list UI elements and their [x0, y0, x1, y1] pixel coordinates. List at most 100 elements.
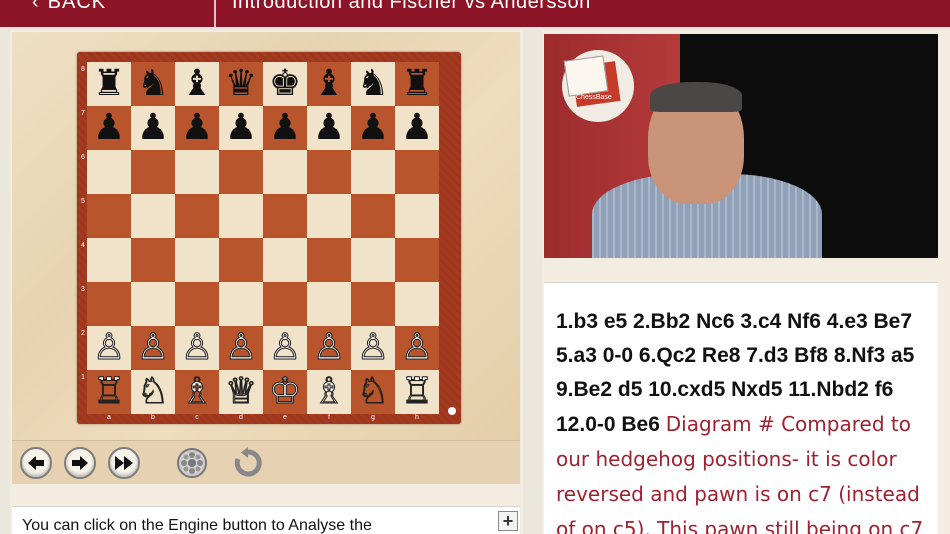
chess-piece[interactable]: ♞ — [137, 66, 169, 102]
square-h1[interactable]: ♖ — [395, 370, 439, 414]
square-c2[interactable]: ♙ — [175, 326, 219, 370]
square-d4[interactable] — [219, 238, 263, 282]
next-move-button[interactable] — [64, 447, 96, 479]
chess-piece[interactable]: ♙ — [92, 329, 125, 366]
square-g8[interactable]: ♞ — [351, 62, 395, 106]
square-g7[interactable]: ♟ — [351, 106, 395, 150]
square-h3[interactable] — [395, 282, 439, 326]
square-e4[interactable] — [263, 238, 307, 282]
engine-button[interactable] — [176, 447, 208, 479]
square-b3[interactable] — [131, 282, 175, 326]
square-a3[interactable] — [87, 282, 131, 326]
chess-piece[interactable]: ♟ — [181, 110, 213, 146]
square-e1[interactable]: ♔ — [263, 370, 307, 414]
square-d6[interactable] — [219, 150, 263, 194]
square-b1[interactable]: ♘ — [131, 370, 175, 414]
chess-piece[interactable]: ♟ — [225, 110, 257, 146]
chess-piece[interactable]: ♚ — [269, 66, 301, 102]
chess-piece[interactable]: ♛ — [225, 66, 257, 102]
square-b4[interactable] — [131, 238, 175, 282]
square-a7[interactable]: ♟ — [87, 106, 131, 150]
square-d8[interactable]: ♛ — [219, 62, 263, 106]
square-a6[interactable] — [87, 150, 131, 194]
square-f4[interactable] — [307, 238, 351, 282]
square-f6[interactable] — [307, 150, 351, 194]
square-h2[interactable]: ♙ — [395, 326, 439, 370]
square-g3[interactable] — [351, 282, 395, 326]
chess-piece[interactable]: ♔ — [268, 373, 301, 410]
square-a2[interactable]: ♙ — [87, 326, 131, 370]
square-d3[interactable] — [219, 282, 263, 326]
chess-piece[interactable]: ♝ — [313, 66, 345, 102]
square-a4[interactable] — [87, 238, 131, 282]
chess-piece[interactable]: ♙ — [356, 329, 389, 366]
square-h7[interactable]: ♟ — [395, 106, 439, 150]
chess-piece[interactable]: ♘ — [356, 373, 389, 410]
square-d2[interactable]: ♙ — [219, 326, 263, 370]
square-b7[interactable]: ♟ — [131, 106, 175, 150]
square-g2[interactable]: ♙ — [351, 326, 395, 370]
square-e7[interactable]: ♟ — [263, 106, 307, 150]
chess-piece[interactable]: ♞ — [357, 66, 389, 102]
chess-board[interactable]: ♜ ♞ ♝ ♛ ♚ ♝ ♞ ♜ ♟ ♟ ♟ ♟ ♟ ♟ ♟ ♟ ♙ ♙ ♙ ♙ ♙ ♙ ♙ ♙ ♖ ♘ ♗ ♕ ♔ ♗ ♘ ♖ — [87, 62, 439, 414]
square-g4[interactable] — [351, 238, 395, 282]
previous-move-button[interactable] — [20, 447, 52, 479]
chess-piece[interactable]: ♙ — [136, 329, 169, 366]
chess-piece[interactable]: ♖ — [400, 373, 433, 410]
square-f1[interactable]: ♗ — [307, 370, 351, 414]
chess-piece[interactable]: ♙ — [312, 329, 345, 366]
chess-piece[interactable]: ♙ — [400, 329, 433, 366]
chess-piece[interactable]: ♙ — [180, 329, 213, 366]
video-player[interactable]: ChessBase — [544, 34, 938, 258]
square-f8[interactable]: ♝ — [307, 62, 351, 106]
chess-piece[interactable]: ♜ — [93, 66, 125, 102]
chess-piece[interactable]: ♟ — [93, 110, 125, 146]
square-g6[interactable] — [351, 150, 395, 194]
square-f7[interactable]: ♟ — [307, 106, 351, 150]
last-move-button[interactable] — [108, 447, 140, 479]
square-e5[interactable] — [263, 194, 307, 238]
chess-piece[interactable]: ♙ — [224, 329, 257, 366]
square-a8[interactable]: ♜ — [87, 62, 131, 106]
chess-piece[interactable]: ♝ — [181, 66, 213, 102]
square-c4[interactable] — [175, 238, 219, 282]
square-c7[interactable]: ♟ — [175, 106, 219, 150]
square-g5[interactable] — [351, 194, 395, 238]
square-b5[interactable] — [131, 194, 175, 238]
square-e3[interactable] — [263, 282, 307, 326]
square-f5[interactable] — [307, 194, 351, 238]
square-c6[interactable] — [175, 150, 219, 194]
square-h8[interactable]: ♜ — [395, 62, 439, 106]
chess-piece[interactable]: ♟ — [269, 110, 301, 146]
chess-piece[interactable]: ♖ — [92, 373, 125, 410]
square-c5[interactable] — [175, 194, 219, 238]
square-c1[interactable]: ♗ — [175, 370, 219, 414]
chess-piece[interactable]: ♘ — [136, 373, 169, 410]
square-h5[interactable] — [395, 194, 439, 238]
square-f2[interactable]: ♙ — [307, 326, 351, 370]
square-h6[interactable] — [395, 150, 439, 194]
square-a1[interactable]: ♖ — [87, 370, 131, 414]
square-e8[interactable]: ♚ — [263, 62, 307, 106]
expand-button[interactable]: + — [498, 511, 518, 531]
square-h4[interactable] — [395, 238, 439, 282]
square-a5[interactable] — [87, 194, 131, 238]
square-g1[interactable]: ♘ — [351, 370, 395, 414]
square-d1[interactable]: ♕ — [219, 370, 263, 414]
chess-piece[interactable]: ♗ — [312, 373, 345, 410]
square-c3[interactable] — [175, 282, 219, 326]
chess-piece[interactable]: ♗ — [180, 373, 213, 410]
square-d7[interactable]: ♟ — [219, 106, 263, 150]
back-button[interactable]: ‹ BACK — [32, 0, 106, 14]
square-c8[interactable]: ♝ — [175, 62, 219, 106]
square-e6[interactable] — [263, 150, 307, 194]
chess-piece[interactable]: ♟ — [313, 110, 345, 146]
chess-piece[interactable]: ♕ — [224, 373, 257, 410]
chess-piece[interactable]: ♙ — [268, 329, 301, 366]
chess-piece[interactable]: ♜ — [401, 66, 433, 102]
square-b2[interactable]: ♙ — [131, 326, 175, 370]
chess-piece[interactable]: ♟ — [401, 110, 433, 146]
chess-piece[interactable]: ♟ — [357, 110, 389, 146]
square-e2[interactable]: ♙ — [263, 326, 307, 370]
square-b6[interactable] — [131, 150, 175, 194]
